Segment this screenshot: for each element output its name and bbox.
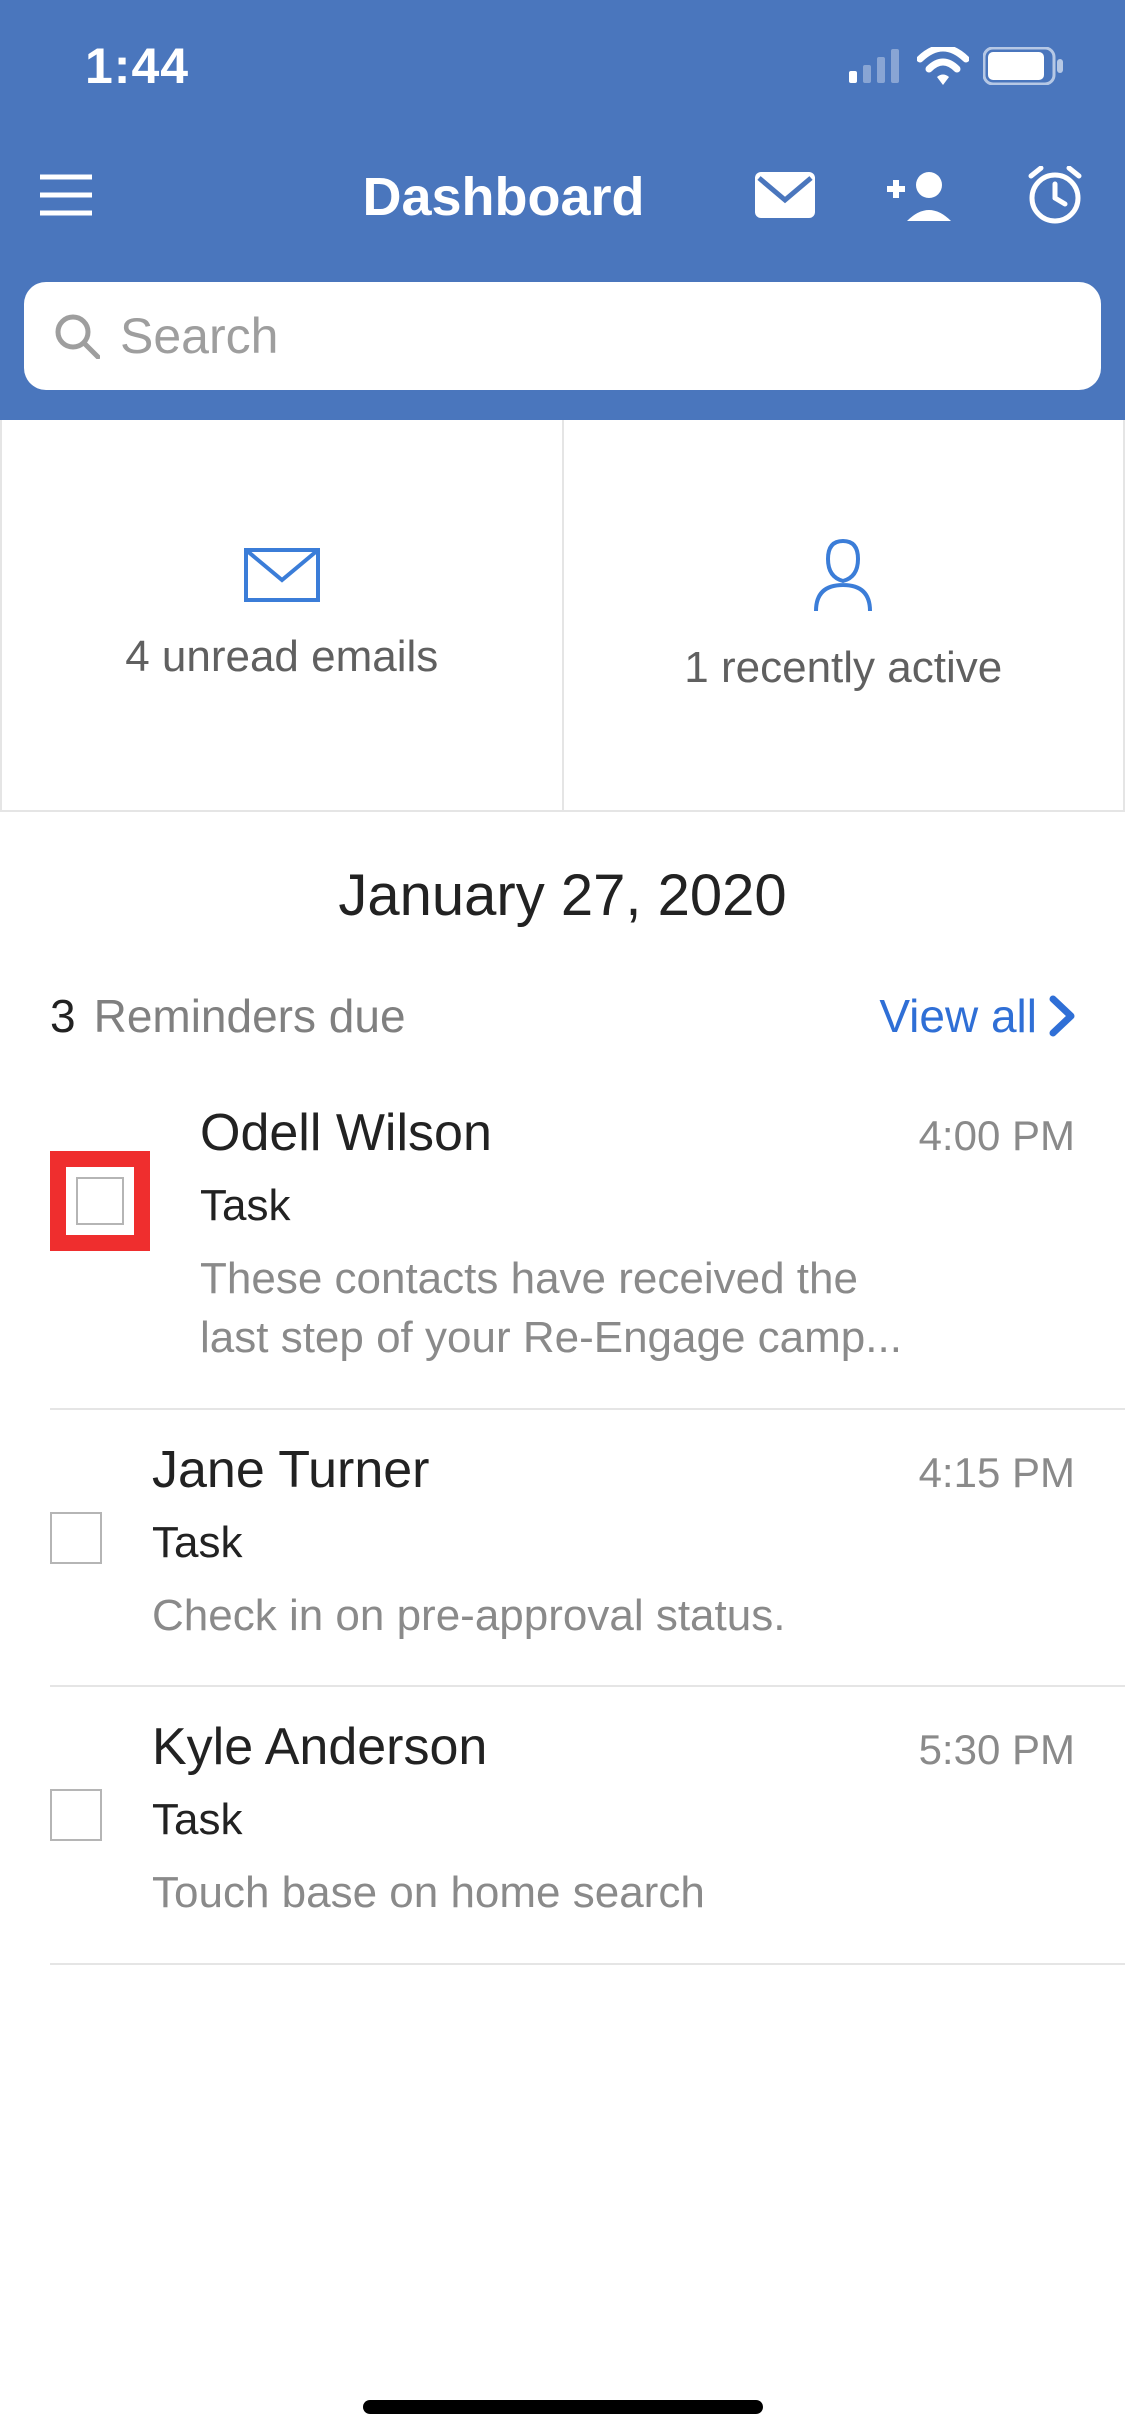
view-all-link[interactable]: View all [879,989,1075,1043]
status-bar: 1:44 [0,0,1125,132]
reminder-contact-name: Jane Turner [152,1440,430,1500]
reminder-type: Task [152,1518,1075,1568]
envelope-icon [244,548,320,602]
reminders-count: 3 [50,989,76,1043]
wifi-icon [917,47,969,85]
reminder-item[interactable]: Kyle Anderson 5:30 PM Task Touch base on… [50,1687,1125,1964]
reminder-time: 4:00 PM [919,1112,1075,1160]
search-container: Search [0,262,1125,420]
reminder-time: 5:30 PM [919,1726,1075,1774]
date-heading: January 27, 2020 [0,812,1125,969]
battery-icon [983,47,1065,85]
menu-button[interactable] [40,173,92,222]
reminder-contact-name: Odell Wilson [200,1103,492,1163]
status-time: 1:44 [85,37,189,95]
page-title: Dashboard [302,166,705,228]
recently-active-card[interactable]: 1 recently active [564,420,1125,810]
chevron-right-icon [1049,995,1075,1037]
search-icon [54,313,100,359]
reminder-item[interactable]: Jane Turner 4:15 PM Task Check in on pre… [50,1410,1125,1687]
reminder-description: These contacts have received the last st… [200,1249,920,1368]
reminders-header: 3 Reminders due View all [0,969,1125,1073]
reminder-description: Check in on pre-approval status. [152,1586,872,1645]
mail-button[interactable] [755,172,815,223]
add-contact-button[interactable] [887,169,953,226]
alarm-clock-icon [1025,166,1085,224]
reminder-checkbox[interactable] [50,1512,102,1564]
search-placeholder: Search [120,307,278,365]
home-indicator[interactable] [363,2400,763,2414]
reminder-contact-name: Kyle Anderson [152,1717,487,1777]
unread-emails-label: 4 unread emails [125,632,438,682]
hamburger-icon [40,173,92,217]
cell-signal-icon [849,49,903,83]
unread-emails-card[interactable]: 4 unread emails [0,420,564,810]
reminder-time: 4:15 PM [919,1449,1075,1497]
view-all-label: View all [879,989,1037,1043]
search-input[interactable]: Search [24,282,1101,390]
reminder-checkbox[interactable] [50,1789,102,1841]
recently-active-label: 1 recently active [684,643,1002,693]
alarm-button[interactable] [1025,166,1085,229]
status-indicators [849,47,1065,85]
stats-row: 4 unread emails 1 recently active [0,420,1125,812]
reminder-item[interactable]: Odell Wilson 4:00 PM Task These contacts… [50,1073,1125,1410]
reminder-description: Touch base on home search [152,1863,872,1922]
nav-bar: Dashboard [0,132,1125,262]
mail-icon [755,172,815,218]
add-person-icon [887,169,953,221]
reminder-type: Task [200,1181,1075,1231]
reminders-label: Reminders due [94,989,406,1043]
reminder-type: Task [152,1795,1075,1845]
reminder-checkbox-highlighted[interactable] [50,1151,150,1251]
person-icon [808,537,878,613]
